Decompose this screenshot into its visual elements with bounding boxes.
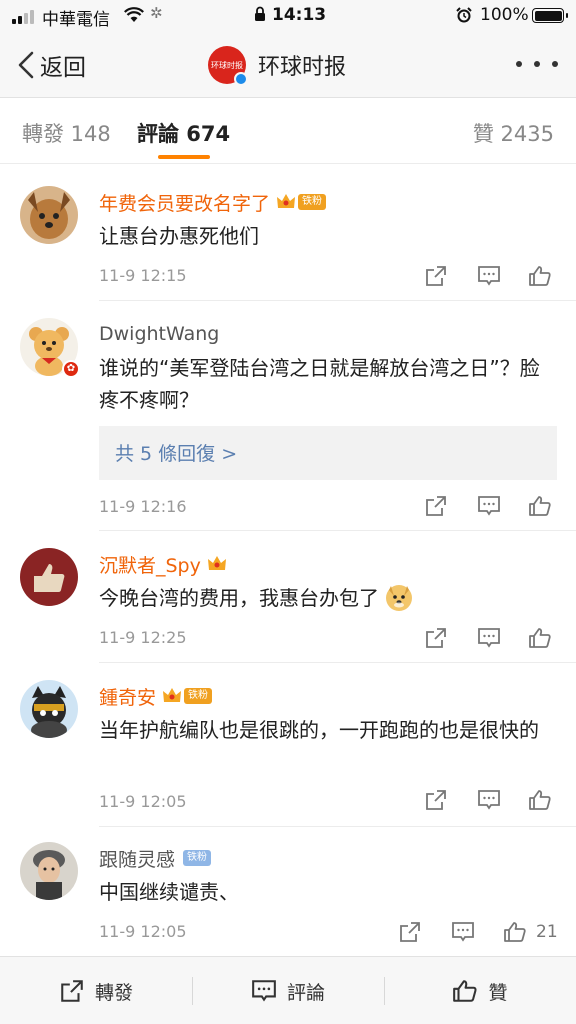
orientation-lock-icon — [255, 6, 265, 21]
like-count: 21 — [536, 922, 558, 942]
comment-author[interactable]: 年费会员要改名字了 — [99, 189, 270, 216]
thumbs-up-icon — [529, 790, 551, 810]
comment-author[interactable]: 鍾奇安 — [99, 683, 156, 710]
like-button[interactable] — [528, 264, 554, 288]
fan-badge: 铁粉 — [183, 850, 212, 866]
hongkong-flag-icon: ✿ — [62, 360, 80, 378]
like-button[interactable] — [528, 788, 554, 812]
like-button[interactable] — [528, 626, 554, 650]
comment-author[interactable]: 沉默者_Spy — [99, 551, 201, 578]
share-icon — [426, 266, 446, 286]
like-button[interactable] — [528, 494, 554, 518]
account-logo: 环球时报 — [208, 46, 248, 86]
reply-button[interactable] — [477, 264, 503, 288]
share-icon — [61, 980, 83, 1002]
share-icon — [426, 628, 446, 648]
avatar[interactable] — [20, 548, 78, 606]
view-replies-link[interactable]: 共 5 條回復 > — [99, 426, 557, 480]
share-icon — [400, 922, 420, 942]
share-button[interactable] — [424, 494, 450, 518]
status-bar: 中華電信 ✲ 14:13 100% — [0, 0, 576, 32]
comment-text: 当年护航编队也是很跳的，一开跑跑的也是很快的 — [99, 718, 539, 742]
back-label: 返回 — [40, 55, 86, 81]
more-icon — [516, 61, 522, 67]
thumbs-up-icon — [529, 266, 551, 286]
account-header[interactable]: 环球时报 环球时报 — [208, 44, 346, 86]
more-options-button[interactable] — [516, 52, 558, 76]
clock: 14:13 — [272, 5, 327, 25]
doge-emoji-icon — [386, 585, 412, 611]
battery-percent: 100% — [480, 5, 529, 25]
cellular-signal-icon — [12, 10, 38, 24]
tab-repost[interactable]: 轉發 148 — [22, 118, 111, 148]
thumbs-up-icon — [504, 922, 526, 942]
avatar[interactable] — [20, 842, 78, 900]
reply-button[interactable] — [451, 920, 477, 944]
vip-crown-icon — [163, 688, 182, 702]
repost-label: 轉發 — [94, 981, 133, 1004]
nav-bar: 返回 环球时报 环球时报 — [0, 32, 576, 98]
thumbs-up-icon — [529, 628, 551, 648]
divider — [99, 826, 576, 827]
comment-author[interactable]: DwightWang — [99, 323, 219, 345]
share-button[interactable] — [424, 788, 450, 812]
page-title: 环球时报 — [258, 55, 347, 80]
divider — [99, 300, 576, 301]
active-tab-indicator — [158, 155, 210, 159]
avatar[interactable] — [20, 680, 78, 738]
share-icon — [426, 496, 446, 516]
wifi-icon — [124, 7, 144, 22]
bottom-toolbar: 轉發 評論 贊 — [0, 956, 576, 1024]
comment-author[interactable]: 跟随灵感 — [99, 845, 175, 872]
share-button[interactable] — [424, 264, 450, 288]
tab-bar: 轉發 148 評論 674 贊 2435 — [0, 98, 576, 164]
comment-time: 11-9 12:05 — [99, 792, 187, 811]
tab-like[interactable]: 贊 2435 — [473, 118, 554, 148]
comment-label: 評論 — [286, 981, 325, 1004]
comment-icon — [478, 628, 500, 648]
alarm-icon — [456, 7, 472, 23]
comment-time: 11-9 12:05 — [99, 922, 187, 941]
divider — [99, 662, 576, 663]
comment-time: 11-9 12:15 — [99, 266, 187, 285]
avatar[interactable] — [20, 186, 78, 244]
reply-button[interactable] — [477, 788, 503, 812]
comment-icon — [478, 790, 500, 810]
reply-button[interactable] — [477, 626, 503, 650]
loading-icon: ✲ — [150, 4, 163, 22]
comment-time: 11-9 12:25 — [99, 628, 187, 647]
comment-icon — [252, 980, 276, 1002]
repost-button[interactable]: 轉發 — [0, 957, 192, 1024]
comment-text: 让惠台办惠死他们 — [99, 224, 259, 248]
fan-badge: 铁粉 — [184, 688, 213, 704]
back-button[interactable]: 返回 — [16, 48, 86, 82]
like-post-button[interactable]: 贊 — [384, 957, 576, 1024]
battery-icon — [532, 8, 568, 23]
thumbs-up-icon — [453, 980, 478, 1002]
comment-button[interactable]: 評論 — [192, 957, 384, 1024]
share-icon — [426, 790, 446, 810]
comment-icon — [478, 266, 500, 286]
like-label: 贊 — [488, 981, 508, 1004]
fan-badge: 铁粉 — [298, 194, 327, 210]
comment-icon — [452, 922, 474, 942]
comment-text: 谁说的“美军登陆台湾之日就是解放台湾之日”？脸疼不疼啊？ — [99, 356, 540, 412]
logo-text: 环球时报 — [211, 60, 243, 70]
vip-crown-icon — [207, 556, 226, 570]
comment-time: 11-9 12:16 — [99, 497, 187, 516]
vip-crown-icon — [277, 194, 296, 208]
share-button[interactable] — [398, 920, 424, 944]
verified-icon — [234, 72, 248, 86]
comment-text: 今晚台湾的费用，我惠台办包了 — [99, 586, 379, 610]
chevron-left-icon — [18, 51, 34, 79]
divider — [99, 530, 576, 531]
thumbs-up-icon — [529, 496, 551, 516]
share-button[interactable] — [424, 626, 450, 650]
carrier-name: 中華電信 — [42, 10, 110, 30]
comment-icon — [478, 496, 500, 516]
avatar[interactable]: ✿ — [20, 318, 80, 378]
like-button[interactable] — [503, 920, 529, 944]
reply-button[interactable] — [477, 494, 503, 518]
comment-text: 中国继续谴责、 — [99, 880, 239, 904]
